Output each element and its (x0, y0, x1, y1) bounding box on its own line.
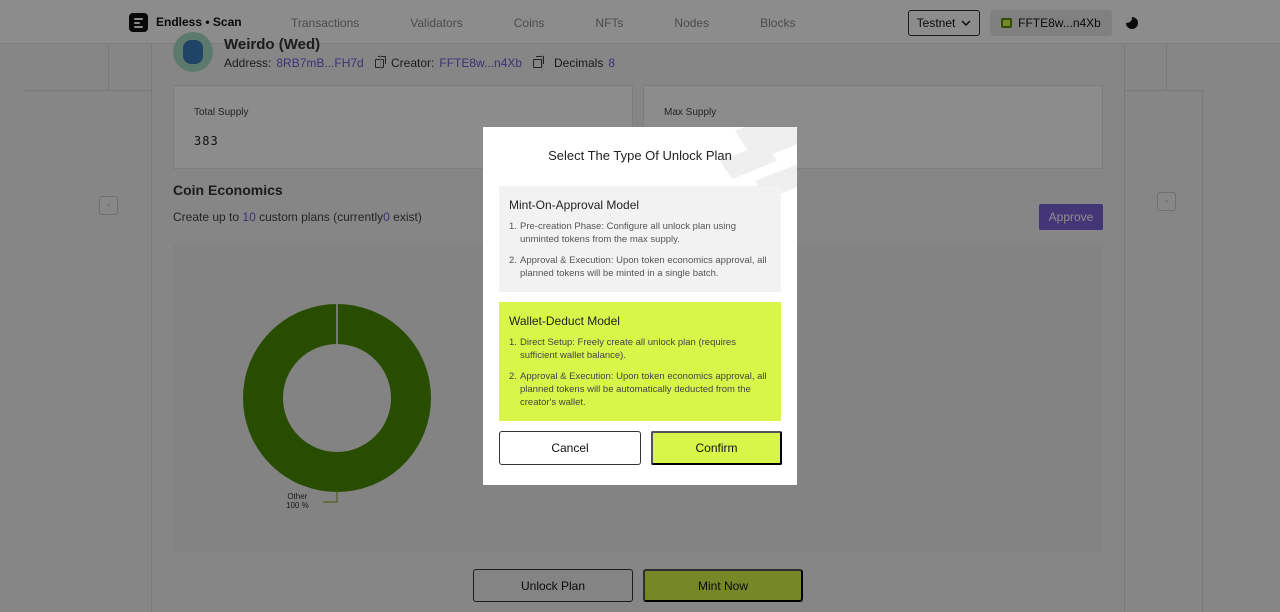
option-step-text: Pre-creation Phase: Configure all unlock… (520, 221, 736, 245)
option-step: 2. Approval & Execution: Upon token econo… (509, 254, 771, 280)
option-step-text: Direct Setup: Freely create all unlock p… (520, 337, 736, 361)
option-wallet-deduct[interactable]: Wallet-Deduct Model 1. Direct Setup: Free… (499, 302, 781, 421)
option-step-text: Approval & Execution: Upon token economi… (520, 371, 767, 408)
cancel-button[interactable]: Cancel (499, 431, 641, 465)
option-step: 1. Direct Setup: Freely create all unlock… (509, 336, 771, 362)
option-title: Mint-On-Approval Model (509, 198, 640, 212)
confirm-button[interactable]: Confirm (651, 431, 782, 465)
option-mint-on-approval[interactable]: Mint-On-Approval Model 1. Pre-creation Ph… (499, 186, 781, 292)
unlock-plan-modal: Select The Type Of Unlock Plan Mint-On-A… (483, 127, 797, 485)
option-title: Wallet-Deduct Model (509, 314, 620, 328)
option-step: 2. Approval & Execution: Upon token econo… (509, 370, 771, 409)
option-step: 1. Pre-creation Phase: Configure all unlo… (509, 220, 771, 246)
modal-title: Select The Type Of Unlock Plan (548, 148, 732, 163)
option-step-text: Approval & Execution: Upon token economi… (520, 255, 767, 279)
